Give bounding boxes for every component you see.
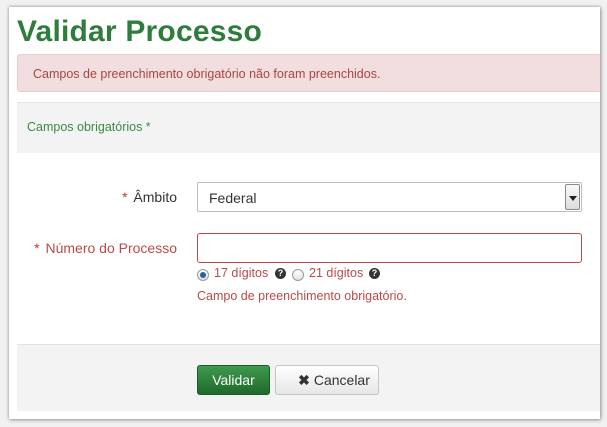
numero-processo-label: * Número do Processo — [34, 240, 177, 256]
validate-process-panel: Validar Processo Campos de preenchimento… — [9, 7, 600, 419]
ambito-label: * Âmbito — [122, 189, 177, 205]
validar-button[interactable]: Validar — [197, 365, 270, 395]
dropdown-arrow-icon[interactable] — [565, 184, 580, 210]
page-title: Validar Processo — [17, 15, 263, 48]
ambito-select[interactable]: Federal — [197, 182, 582, 212]
close-icon: ✖ — [298, 372, 310, 388]
required-asterisk: * — [34, 240, 40, 256]
ambito-label-text: Âmbito — [133, 189, 177, 205]
radio-17-digitos-label[interactable]: 17 dígitos — [214, 266, 268, 280]
help-icon[interactable]: ? — [275, 268, 286, 279]
error-alert-message: Campos de preenchimento obrigatório não … — [33, 67, 381, 81]
radio-21-digitos-label[interactable]: 21 dígitos — [309, 266, 363, 280]
help-icon[interactable]: ? — [369, 268, 380, 279]
radio-21-digitos[interactable] — [292, 269, 304, 281]
ambito-selected-value: Federal — [209, 190, 257, 206]
required-fields-header: Campos obrigatórios * — [17, 102, 600, 153]
radio-17-digitos[interactable] — [197, 269, 209, 281]
cancelar-button[interactable]: ✖ Cancelar — [275, 365, 379, 395]
required-asterisk: * — [122, 189, 128, 205]
numero-processo-label-text: Número do Processo — [45, 240, 177, 256]
error-alert: Campos de preenchimento obrigatório não … — [17, 54, 600, 92]
required-fields-label: Campos obrigatórios * — [27, 120, 151, 134]
numero-processo-input[interactable] — [197, 233, 582, 263]
cancelar-label: Cancelar — [313, 372, 370, 388]
numero-processo-error: Campo de preenchimento obrigatório. — [197, 289, 407, 303]
